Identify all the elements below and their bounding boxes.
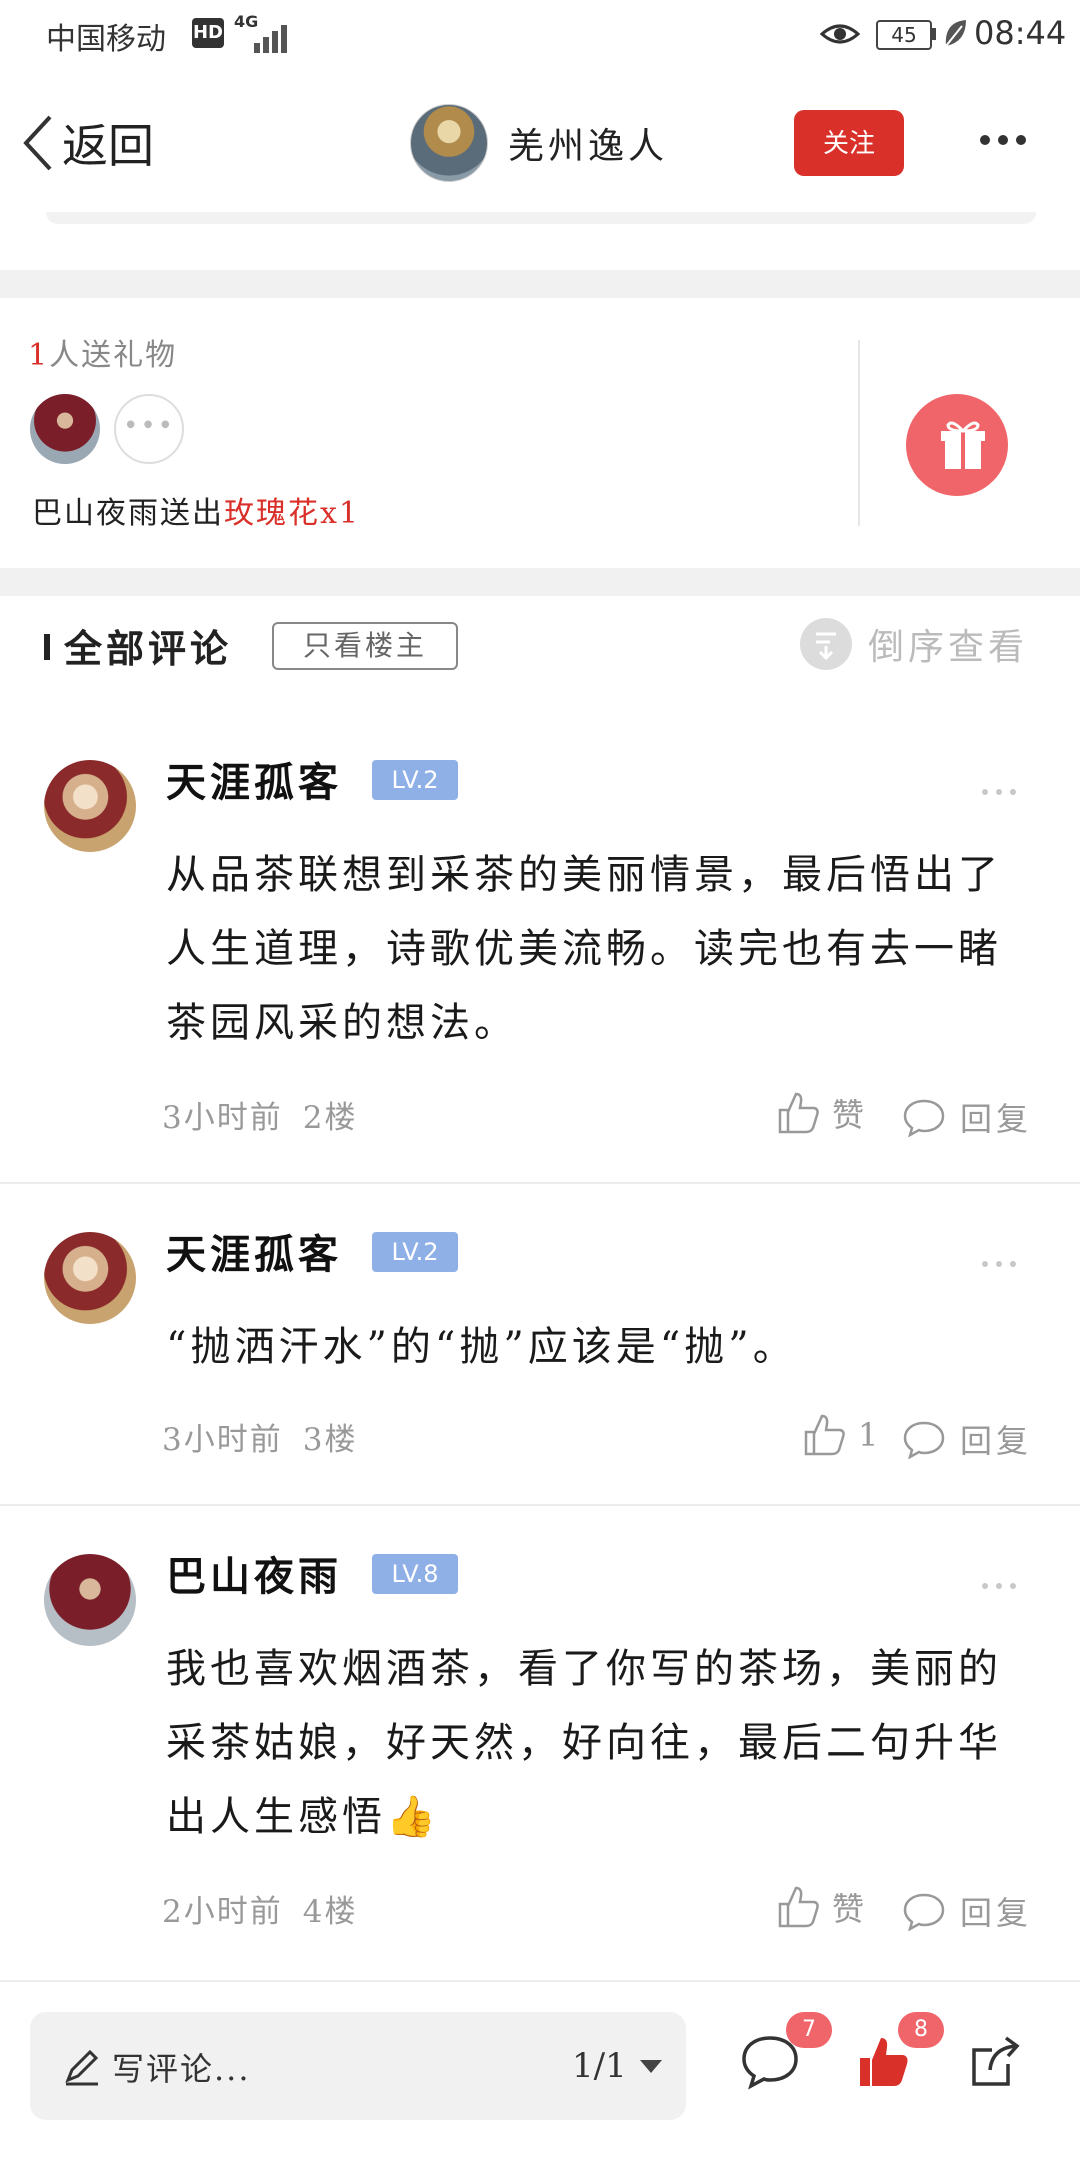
reply-label: 回复	[960, 1422, 1033, 1460]
reverse-order-button[interactable]: 倒序查看	[800, 618, 1028, 670]
section-divider	[0, 270, 1080, 298]
gift-box-icon	[941, 421, 985, 469]
gift-item-name: 玫瑰花x1	[224, 496, 361, 531]
like-button[interactable]: 1	[802, 1412, 878, 1458]
commenter-avatar[interactable]	[44, 1554, 136, 1646]
gift-count-suffix: 人送礼物	[49, 338, 178, 373]
reverse-order-label: 倒序查看	[868, 627, 1029, 668]
gift-section: 1人送礼物 ••• 巴山夜雨送出玫瑰花x1	[0, 298, 1080, 568]
comment-floor: 4楼	[302, 1894, 358, 1930]
send-gift-button[interactable]	[906, 394, 1008, 496]
more-options-button[interactable]	[980, 130, 1034, 149]
comment-time: 3小时前	[162, 1100, 283, 1136]
like-label: 赞	[832, 1890, 865, 1928]
commenter-avatar[interactable]	[44, 1232, 136, 1324]
share-button[interactable]	[968, 2034, 1024, 2094]
page-indicator[interactable]: 1/1	[572, 2046, 627, 2086]
like-count: 1	[858, 1416, 879, 1454]
title-marker	[44, 634, 50, 660]
comments-title: 全部评论	[64, 626, 233, 671]
gift-count-number: 1	[28, 338, 50, 373]
leaf-icon	[942, 16, 968, 58]
gift-action: 送出	[160, 496, 224, 531]
speech-bubble-icon	[903, 1421, 945, 1459]
comment-meta: 3小时前 3楼	[162, 1414, 357, 1459]
write-comment-input[interactable]: 写评论... 1/1	[30, 2012, 686, 2120]
caret-down-icon[interactable]	[640, 2060, 662, 2073]
reply-button[interactable]: 回复	[902, 1094, 1032, 1140]
gift-record: 巴山夜雨送出玫瑰花x1	[32, 488, 360, 532]
thumbs-up-icon	[778, 1886, 819, 1928]
comment-time: 2小时前	[162, 1894, 283, 1930]
reply-label: 回复	[960, 1894, 1033, 1932]
top-nav-bar: 返回 羌州逸人 关注	[0, 80, 1080, 200]
clock-time: 08:44	[974, 14, 1067, 52]
comment-meta: 3小时前 2楼	[162, 1092, 357, 1137]
comment-options-button[interactable]	[982, 780, 1024, 799]
bottom-action-bar: 写评论... 1/1 7 8	[0, 1980, 1080, 2162]
level-badge: LV.8	[372, 1554, 458, 1594]
level-badge: LV.2	[372, 760, 458, 800]
comment-meta: 2小时前 4楼	[162, 1886, 357, 1931]
gift-sender-name[interactable]: 巴山夜雨	[32, 496, 160, 531]
comment-separator	[0, 1182, 1080, 1184]
signal-icon	[254, 18, 290, 53]
commenter-avatar[interactable]	[44, 760, 136, 852]
more-gift-senders-button[interactable]: •••	[114, 394, 184, 464]
commenter-name[interactable]: 巴山夜雨	[166, 1544, 342, 1602]
more-dots-icon	[980, 130, 1034, 149]
comment-count-badge: 7	[786, 2012, 832, 2048]
speech-bubble-icon	[903, 1099, 945, 1137]
comment-time: 3小时前	[162, 1422, 283, 1458]
carrier-label: 中国移动	[46, 22, 166, 57]
chevron-left-icon	[23, 115, 52, 171]
comment-options-button[interactable]	[982, 1574, 1024, 1593]
author-info[interactable]: 羌州逸人	[410, 104, 668, 182]
author-only-filter-button[interactable]: 只看楼主	[272, 622, 458, 670]
like-button[interactable]: 赞	[776, 1884, 864, 1930]
status-bar: 中国移动 HD 4G 45 08:44	[0, 0, 1080, 70]
author-avatar[interactable]	[410, 104, 488, 182]
author-name[interactable]: 羌州逸人	[508, 117, 668, 169]
gift-sender-avatar[interactable]	[30, 394, 100, 464]
reply-button[interactable]: 回复	[902, 1888, 1032, 1934]
content-edge-strip	[46, 212, 1036, 224]
comment-text: “抛洒汗水”的“抛”应该是“抛”。	[166, 1324, 797, 1370]
gift-count-label: 1人送礼物	[28, 330, 177, 374]
like-count-badge: 8	[898, 2012, 944, 2048]
comment-separator	[0, 1504, 1080, 1506]
speech-bubble-icon	[903, 1893, 945, 1931]
reply-label: 回复	[960, 1100, 1033, 1138]
comment-floor: 2楼	[302, 1100, 358, 1136]
thumbs-up-icon	[804, 1414, 845, 1456]
level-badge: LV.2	[372, 1232, 458, 1272]
comments-header: 全部评论 只看楼主 倒序查看	[0, 600, 1080, 690]
commenter-name[interactable]: 天涯孤客	[166, 1222, 342, 1280]
back-button[interactable]: 返回	[20, 110, 154, 176]
gift-divider	[858, 340, 860, 526]
section-divider	[0, 568, 1080, 596]
back-label: 返回	[62, 119, 154, 173]
thumbs-up-icon	[778, 1092, 819, 1134]
reply-button[interactable]: 回复	[902, 1416, 1032, 1462]
comment-options-button[interactable]	[982, 1252, 1024, 1271]
commenter-name[interactable]: 天涯孤客	[166, 750, 342, 808]
comment-text: 从品茶联想到采茶的美丽情景，最后悟出了人生道理，诗歌优美流畅。读完也有去一睹茶园…	[166, 852, 1002, 1046]
comment-floor: 3楼	[302, 1422, 358, 1458]
battery-tip	[932, 28, 936, 40]
follow-button[interactable]: 关注	[794, 110, 904, 176]
battery-icon: 45	[876, 20, 932, 50]
share-icon	[972, 2036, 1020, 2086]
write-comment-placeholder: 写评论...	[112, 2050, 251, 2088]
like-button[interactable]: 赞	[776, 1090, 864, 1136]
comment-text: 我也喜欢烟酒茶，看了你写的茶场，美丽的采茶姑娘，好天然，好向往，最后二句升华出人…	[166, 1646, 1002, 1840]
more-dots-icon: •••	[122, 411, 175, 441]
pencil-icon	[62, 2046, 102, 2090]
eye-icon	[819, 16, 861, 60]
like-label: 赞	[832, 1096, 865, 1134]
sort-icon	[800, 618, 852, 670]
hd-icon: HD	[192, 18, 224, 48]
